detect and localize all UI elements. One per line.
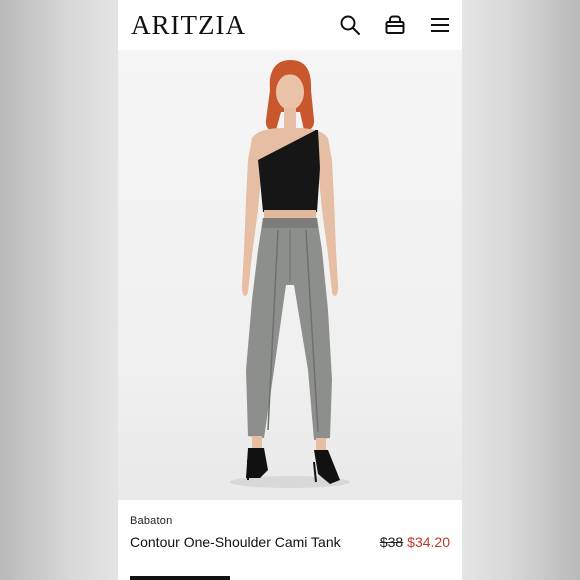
model-illustration bbox=[230, 60, 350, 488]
search-icon[interactable] bbox=[338, 13, 362, 37]
product-image[interactable] bbox=[118, 50, 462, 500]
product-brand: Babaton bbox=[130, 515, 173, 527]
product-price: $38 $34.20 bbox=[380, 532, 450, 552]
app-screen: ARITZIA Babaton Contour One-Shoulder Cam… bbox=[118, 0, 462, 580]
product-info: Babaton Contour One-Shoulder Cami Tank $… bbox=[118, 500, 462, 580]
bag-icon[interactable] bbox=[383, 13, 407, 37]
brand-logo[interactable]: ARITZIA bbox=[131, 10, 246, 40]
selection-indicator-bar bbox=[130, 576, 230, 580]
product-name[interactable]: Contour One-Shoulder Cami Tank bbox=[130, 532, 345, 552]
top-header: ARITZIA bbox=[118, 0, 462, 50]
original-price: $38 bbox=[379, 534, 404, 550]
sale-price: $34.20 bbox=[407, 534, 450, 550]
menu-icon[interactable] bbox=[428, 13, 452, 37]
